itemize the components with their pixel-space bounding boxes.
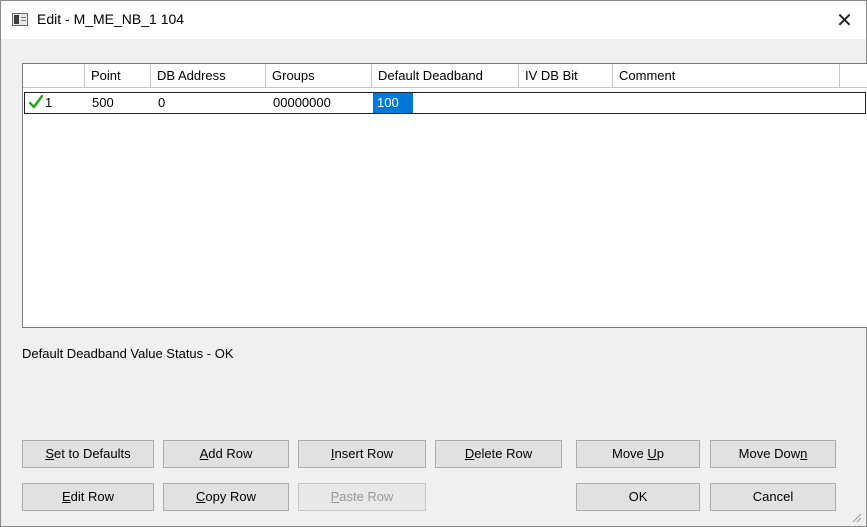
column-header-groups[interactable]: Groups [266,64,372,88]
btn-label-mnemonic: n [800,446,808,461]
btn-label-post: p [656,446,665,461]
edit-dialog: Edit - M_ME_NB_1 104 ✕ Point DB Address … [0,0,867,527]
btn-label-post: et to Defaults [54,446,131,461]
edit-row-button[interactable]: Edit Row [22,483,154,511]
copy-row-button[interactable]: Copy Row [163,483,289,511]
close-button[interactable]: ✕ [823,1,866,39]
btn-label-post: opy Row [205,489,256,504]
insert-row-button[interactable]: Insert Row [298,440,426,468]
grid-header: Point DB Address Groups Default Deadband… [23,64,867,88]
btn-label-pre: Move Dow [738,446,801,461]
cell-db-address[interactable]: 0 [152,93,267,113]
btn-label-mnemonic: E [61,489,71,504]
window-title: Edit - M_ME_NB_1 104 [37,11,185,27]
column-header-iv-db-bit[interactable]: IV DB Bit [519,64,613,88]
cell-iv-db-bit[interactable] [520,93,614,113]
btn-label-post: nsert Row [334,446,394,461]
cell-comment[interactable] [614,93,824,113]
move-up-button[interactable]: Move Up [576,440,700,468]
btn-label-mnemonic: A [199,446,209,461]
column-header-comment[interactable]: Comment [613,64,840,88]
btn-label-mnemonic: S [45,446,55,461]
resize-grip-icon[interactable] [850,511,862,523]
cell-default-deadband-rest[interactable] [413,93,520,113]
row-number: 1 [45,95,53,110]
btn-label: Cancel [752,489,794,504]
btn-label-post: elete Row [474,446,533,461]
btn-label-mnemonic: C [196,489,206,504]
checkmark-icon [29,95,43,109]
btn-label: OK [628,489,648,504]
table-row[interactable]: 1 500 0 00000000 100 [24,92,866,114]
title-bar[interactable]: Edit - M_ME_NB_1 104 ✕ [1,1,866,39]
cancel-button[interactable]: Cancel [710,483,836,511]
btn-label-mnemonic: U [647,446,657,461]
cell-default-deadband[interactable]: 100 [373,93,413,113]
ok-button[interactable]: OK [576,483,700,511]
row-status-cell[interactable]: 1 [25,93,86,113]
btn-label-post: dd Row [208,446,253,461]
cell-point[interactable]: 500 [86,93,152,113]
column-header-default-deadband[interactable]: Default Deadband [372,64,519,88]
column-header-status[interactable] [23,64,85,88]
column-header-point[interactable]: Point [85,64,151,88]
btn-label-mnemonic: D [464,446,475,461]
column-header-db-address[interactable]: DB Address [151,64,266,88]
btn-label-post: dit Row [70,489,115,504]
points-grid[interactable]: Point DB Address Groups Default Deadband… [22,63,867,328]
set-to-defaults-button[interactable]: Set to Defaults [22,440,154,468]
cell-groups[interactable]: 00000000 [267,93,373,113]
add-row-button[interactable]: Add Row [163,440,289,468]
btn-label-mnemonic: P [330,489,340,504]
move-down-button[interactable]: Move Down [710,440,836,468]
btn-label-pre: Move [611,446,648,461]
delete-row-button[interactable]: Delete Row [435,440,562,468]
paste-row-button[interactable]: Paste Row [298,483,426,511]
window-app-icon [12,13,28,26]
close-icon: ✕ [836,9,853,32]
btn-label-post: aste Row [339,489,394,504]
status-message: Default Deadband Value Status - OK [22,346,234,361]
